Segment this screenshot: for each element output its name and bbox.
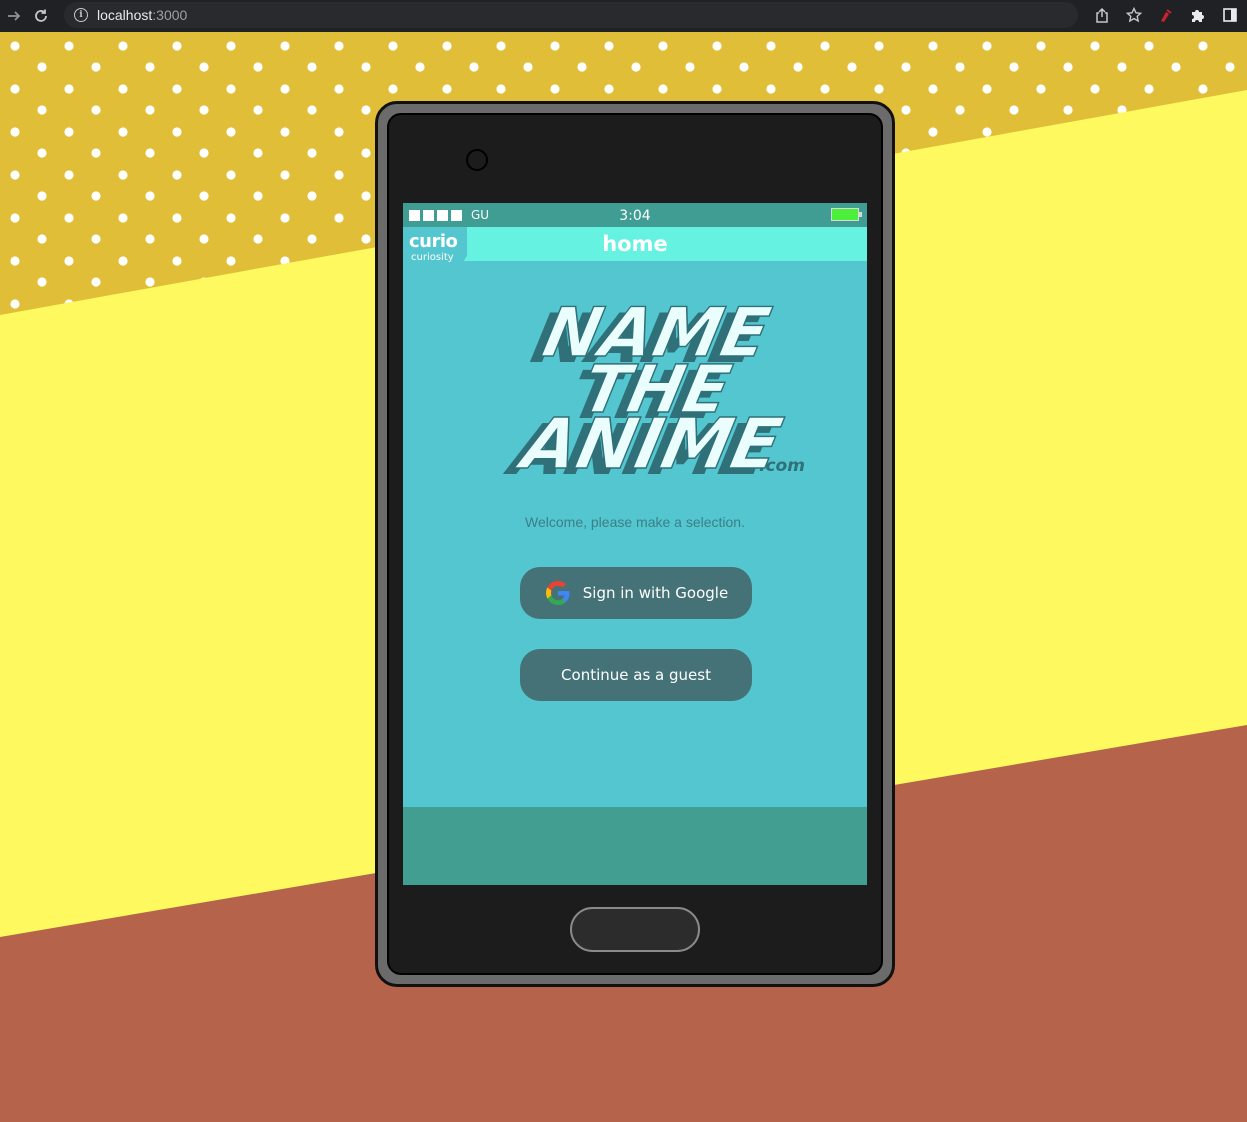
reload-button[interactable] bbox=[27, 2, 55, 30]
status-time: 3:04 bbox=[619, 208, 651, 224]
logo-suffix: .com bbox=[759, 456, 805, 476]
sign-in-google-button[interactable]: Sign in with Google bbox=[520, 567, 752, 619]
url-port: :3000 bbox=[152, 7, 188, 23]
browser-toolbar: i localhost:3000 bbox=[0, 0, 1247, 32]
camera-icon bbox=[466, 149, 488, 171]
continue-as-guest-button[interactable]: Continue as a guest bbox=[520, 649, 752, 701]
extension-pin-icon[interactable] bbox=[1155, 4, 1177, 26]
info-icon[interactable]: i bbox=[74, 8, 88, 22]
phone-screen: GU 3:04 curio curiosity home NAME THE AN… bbox=[403, 203, 867, 885]
sign-in-google-label: Sign in with Google bbox=[582, 584, 729, 602]
name-the-anime-logo: NAME THE ANIME NAME THE ANIME .com bbox=[499, 293, 805, 491]
forward-button[interactable] bbox=[0, 2, 28, 30]
phone-home-button[interactable] bbox=[570, 907, 700, 952]
continue-as-guest-label: Continue as a guest bbox=[561, 666, 711, 684]
logo-line3: ANIME bbox=[510, 403, 789, 485]
star-icon[interactable] bbox=[1123, 4, 1145, 26]
url-host: localhost bbox=[97, 7, 153, 23]
google-icon bbox=[545, 581, 570, 605]
battery-icon bbox=[831, 208, 859, 221]
reload-icon bbox=[35, 9, 47, 22]
status-bar: GU 3:04 bbox=[403, 203, 867, 227]
arrow-right-icon bbox=[8, 11, 21, 21]
puzzle-icon[interactable] bbox=[1187, 4, 1209, 26]
welcome-text: Welcome, please make a selection. bbox=[525, 514, 745, 530]
footer-bar bbox=[403, 807, 867, 885]
page-title: home bbox=[602, 232, 668, 256]
battery-tip bbox=[859, 212, 862, 217]
share-icon[interactable] bbox=[1091, 4, 1113, 26]
sidepanel-icon[interactable] bbox=[1219, 4, 1241, 26]
address-bar[interactable]: i localhost:3000 bbox=[64, 2, 1078, 28]
